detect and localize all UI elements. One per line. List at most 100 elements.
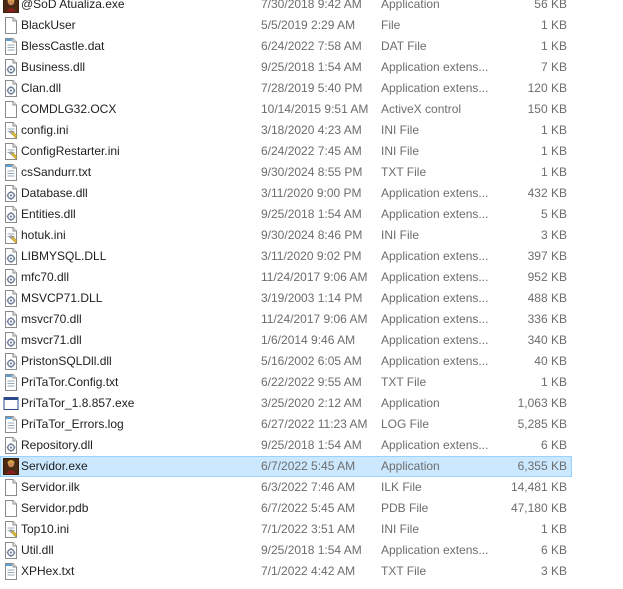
- file-date-modified: 3/18/2020 4:23 AM: [261, 123, 362, 137]
- file-date-modified: 11/24/2017 9:06 AM: [261, 312, 368, 326]
- file-type: ActiveX control: [381, 102, 462, 116]
- file-row[interactable]: Entities.dll 9/25/2018 1:54 AM Applicati…: [0, 204, 572, 225]
- dll-file-icon: [3, 185, 19, 202]
- file-size: 5 KB: [540, 207, 567, 221]
- file-date-modified: 11/24/2017 9:06 AM: [261, 270, 368, 284]
- file-date-modified: 3/25/2020 2:12 AM: [261, 396, 362, 410]
- file-row[interactable]: PriTaTor_Errors.log 6/27/2022 11:23 AM L…: [0, 414, 572, 435]
- file-row[interactable]: Util.dll 9/25/2018 1:54 AM Application e…: [0, 540, 572, 561]
- file-date-modified: 1/6/2014 9:46 AM: [261, 333, 356, 347]
- file-size: 7 KB: [540, 60, 567, 74]
- file-size: 6 KB: [540, 543, 567, 557]
- file-type: DAT File: [381, 39, 427, 53]
- file-type: Application: [381, 459, 440, 473]
- dll-file-icon: [3, 206, 19, 223]
- blank-file-icon: [3, 101, 19, 118]
- file-name: PriTaTor_Errors.log: [21, 417, 124, 431]
- file-type: Application extens...: [381, 291, 489, 305]
- file-date-modified: 9/25/2018 1:54 AM: [261, 207, 362, 221]
- file-name: csSandurr.txt: [21, 165, 92, 179]
- file-name: PristonSQLDll.dll: [21, 354, 112, 368]
- file-date-modified: 7/1/2022 4:42 AM: [261, 564, 356, 578]
- app-avatar-icon: [3, 0, 19, 13]
- file-row[interactable]: Business.dll 9/25/2018 1:54 AM Applicati…: [0, 57, 572, 78]
- file-row[interactable]: Repository.dll 9/25/2018 1:54 AM Applica…: [0, 435, 572, 456]
- file-row[interactable]: Servidor.ilk 6/3/2022 7:46 AM ILK File 1…: [0, 477, 572, 498]
- file-date-modified: 6/22/2022 9:55 AM: [261, 375, 362, 389]
- file-size: 56 KB: [534, 0, 567, 11]
- file-size: 3 KB: [540, 564, 567, 578]
- file-name: PriTaTor.Config.txt: [21, 375, 119, 389]
- file-type: INI File: [381, 228, 420, 242]
- file-name: mfc70.dll: [21, 270, 70, 284]
- file-type: Application extens...: [381, 249, 489, 263]
- file-name: Servidor.exe: [21, 459, 88, 473]
- file-row[interactable]: Servidor.exe 6/7/2022 5:45 AM Applicatio…: [0, 456, 572, 477]
- file-date-modified: 6/27/2022 11:23 AM: [261, 417, 368, 431]
- file-row[interactable]: ConfigRestarter.ini 6/24/2022 7:45 AM IN…: [0, 141, 572, 162]
- notepad-file-icon: [3, 416, 19, 433]
- file-name: BlackUser: [21, 18, 76, 32]
- ini-file-icon: [3, 227, 19, 244]
- file-row[interactable]: Database.dll 3/11/2020 9:00 PM Applicati…: [0, 183, 572, 204]
- file-name: LIBMYSQL.DLL: [21, 249, 107, 263]
- file-date-modified: 5/5/2019 2:29 AM: [261, 18, 356, 32]
- file-size: 1,063 KB: [517, 396, 567, 410]
- dll-file-icon: [3, 290, 19, 307]
- file-size: 40 KB: [534, 354, 567, 368]
- notepad-file-icon: [3, 164, 19, 181]
- file-row[interactable]: BlessCastle.dat 6/24/2022 7:58 AM DAT Fi…: [0, 36, 572, 57]
- file-size: 336 KB: [527, 312, 567, 326]
- file-type: Application extens...: [381, 312, 489, 326]
- file-row[interactable]: hotuk.ini 9/30/2024 8:46 PM INI File 3 K…: [0, 225, 572, 246]
- file-row[interactable]: BlackUser 5/5/2019 2:29 AM File 1 KB: [0, 15, 572, 36]
- file-size: 14,481 KB: [510, 480, 567, 494]
- ini-file-icon: [3, 143, 19, 160]
- file-date-modified: 3/19/2003 1:14 PM: [261, 291, 363, 305]
- dll-file-icon: [3, 269, 19, 286]
- file-type: Application: [381, 396, 440, 410]
- file-row[interactable]: MSVCP71.DLL 3/19/2003 1:14 PM Applicatio…: [0, 288, 572, 309]
- file-row[interactable]: msvcr70.dll 11/24/2017 9:06 AM Applicati…: [0, 309, 572, 330]
- file-row[interactable]: LIBMYSQL.DLL 3/11/2020 9:02 PM Applicati…: [0, 246, 572, 267]
- file-date-modified: 6/24/2022 7:58 AM: [261, 39, 362, 53]
- file-row[interactable]: msvcr71.dll 1/6/2014 9:46 AM Application…: [0, 330, 572, 351]
- file-row[interactable]: config.ini 3/18/2020 4:23 AM INI File 1 …: [0, 120, 572, 141]
- file-row[interactable]: @SoD Atualiza.exe 7/30/2018 9:42 AM Appl…: [0, 0, 572, 15]
- file-row[interactable]: mfc70.dll 11/24/2017 9:06 AM Application…: [0, 267, 572, 288]
- file-size: 340 KB: [527, 333, 567, 347]
- file-row[interactable]: XPHex.txt 7/1/2022 4:42 AM TXT File 3 KB: [0, 561, 572, 582]
- file-size: 5,285 KB: [517, 417, 567, 431]
- file-name: Servidor.ilk: [21, 480, 80, 494]
- dll-file-icon: [3, 311, 19, 328]
- file-date-modified: 6/7/2022 5:45 AM: [261, 459, 356, 473]
- file-row[interactable]: COMDLG32.OCX 10/14/2015 9:51 AM ActiveX …: [0, 99, 572, 120]
- file-name: msvcr70.dll: [21, 312, 82, 326]
- file-date-modified: 3/11/2020 9:02 PM: [261, 249, 362, 263]
- file-size: 3 KB: [540, 228, 567, 242]
- file-row[interactable]: Clan.dll 7/28/2019 5:40 PM Application e…: [0, 78, 572, 99]
- file-row[interactable]: PriTaTor_1.8.857.exe 3/25/2020 2:12 AM A…: [0, 393, 572, 414]
- notepad-file-icon: [3, 38, 19, 55]
- file-type: Application extens...: [381, 81, 489, 95]
- file-row[interactable]: Servidor.pdb 6/7/2022 5:45 AM PDB File 4…: [0, 498, 572, 519]
- file-name: ConfigRestarter.ini: [21, 144, 120, 158]
- file-date-modified: 9/30/2024 8:55 PM: [261, 165, 363, 179]
- file-row[interactable]: csSandurr.txt 9/30/2024 8:55 PM TXT File…: [0, 162, 572, 183]
- blank-file-icon: [3, 17, 19, 34]
- file-date-modified: 10/14/2015 9:51 AM: [261, 102, 369, 116]
- file-row[interactable]: PriTaTor.Config.txt 6/22/2022 9:55 AM TX…: [0, 372, 572, 393]
- file-date-modified: 6/3/2022 7:46 AM: [261, 480, 356, 494]
- blank-file-icon: [3, 500, 19, 517]
- file-name: BlessCastle.dat: [21, 39, 105, 53]
- file-name: hotuk.ini: [21, 228, 66, 242]
- dll-file-icon: [3, 332, 19, 349]
- file-type: Application: [381, 0, 440, 11]
- file-type: INI File: [381, 123, 420, 137]
- file-row[interactable]: Top10.ini 7/1/2022 3:51 AM INI File 1 KB: [0, 519, 572, 540]
- file-row[interactable]: PristonSQLDll.dll 5/16/2002 6:05 AM Appl…: [0, 351, 572, 372]
- file-size: 952 KB: [527, 270, 567, 284]
- file-type: TXT File: [381, 375, 427, 389]
- file-type: Application extens...: [381, 543, 489, 557]
- dll-file-icon: [3, 437, 19, 454]
